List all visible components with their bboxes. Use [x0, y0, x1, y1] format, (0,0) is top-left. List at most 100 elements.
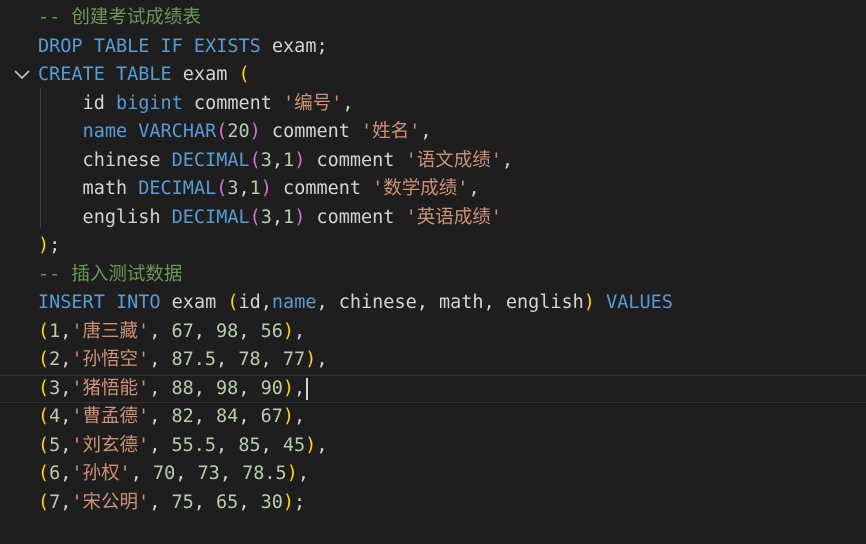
string-token: '数学成绩'	[372, 178, 469, 199]
number-token: 82	[171, 406, 194, 427]
paren-token: )	[305, 434, 317, 456]
code-text: (3,'猪悟能', 88, 98, 90),	[38, 375, 309, 403]
punctuation-token: ,	[294, 320, 306, 342]
identifier-token: exam	[171, 64, 239, 85]
punctuation-token: ,	[271, 149, 284, 171]
paren-token: (	[38, 491, 50, 513]
code-editor[interactable]: -- 创建考试成绩表 DROP TABLE IF EXISTS exam; CREA…	[0, 0, 866, 544]
paren-token: (	[38, 377, 50, 399]
number-token: 1	[249, 178, 261, 199]
paren-token: (	[38, 406, 50, 427]
code-line[interactable]: id bigint comment '编号',	[0, 90, 866, 118]
number-token: 5	[49, 434, 61, 456]
paren-token: (	[38, 349, 50, 370]
code-text: math DECIMAL(3,1) comment '数学成绩',	[38, 175, 480, 203]
punctuation-token: ,	[149, 406, 172, 427]
code-text: );	[38, 232, 60, 260]
number-token: 88	[171, 377, 194, 399]
punctuation-token: ,	[297, 463, 309, 484]
punctuation-token: ,	[149, 434, 172, 456]
identifier-token: exam	[160, 292, 228, 313]
number-token: 3	[227, 178, 239, 199]
code-line[interactable]: (4,'曹孟德', 82, 84, 67),	[0, 403, 866, 431]
chevron-down-icon[interactable]	[12, 61, 32, 89]
code-line[interactable]: name VARCHAR(20) comment '姓名',	[0, 118, 866, 146]
punctuation-token: ,	[238, 320, 261, 342]
number-token: 1	[49, 320, 61, 342]
number-token: 1	[283, 149, 295, 171]
code-text: (2,'孙悟空', 87.5, 78, 77),	[38, 346, 327, 374]
number-token: 20	[227, 121, 250, 142]
punctuation-token: ,	[60, 377, 72, 399]
code-text: DROP TABLE IF EXISTS exam;	[38, 33, 328, 61]
code-line[interactable]: math DECIMAL(3,1) comment '数学成绩',	[0, 175, 866, 203]
code-line[interactable]: (6,'孙权', 70, 73, 78.5),	[0, 460, 866, 488]
keyword-token: bigint	[115, 92, 183, 114]
number-token: 55.5	[171, 434, 217, 456]
identifier-token: , chinese, math, english	[316, 292, 584, 313]
paren-token: )	[305, 349, 317, 370]
code-text: name VARCHAR(20) comment '姓名',	[38, 118, 432, 146]
code-line[interactable]: chinese DECIMAL(3,1) comment '语文成绩',	[0, 147, 866, 175]
punctuation-token: ,	[60, 463, 72, 484]
number-token: 65	[216, 491, 239, 513]
code-line[interactable]: -- 创建考试成绩表	[0, 4, 866, 32]
code-line[interactable]: english DECIMAL(3,1) comment '英语成绩'	[0, 204, 866, 232]
punctuation-token: ;	[316, 35, 328, 57]
code-line[interactable]: INSERT INTO exam (id,name, chinese, math…	[0, 289, 866, 317]
code-text: INSERT INTO exam (id,name, chinese, math…	[38, 289, 673, 317]
number-token: 70	[152, 463, 176, 484]
paren-token: (	[38, 434, 50, 456]
keyword-token: name	[82, 121, 128, 142]
code-line[interactable]: -- 插入测试数据	[0, 261, 866, 289]
number-token: 30	[260, 491, 283, 513]
identifier-token: math	[38, 178, 139, 199]
number-token: 56	[260, 320, 283, 342]
number-token: 45	[282, 434, 306, 456]
code-text: CREATE TABLE exam (	[38, 61, 250, 89]
punctuation-token: ,	[316, 434, 328, 456]
code-line[interactable]: (1,'唐三藏', 67, 98, 56),	[0, 318, 866, 346]
punctuation-token: ,	[149, 491, 172, 513]
identifier-token: comment	[182, 92, 284, 114]
number-token: 84	[216, 406, 239, 427]
identifier-token: exam	[260, 35, 317, 57]
number-token: 87.5	[171, 349, 217, 370]
code-line[interactable]: );	[0, 232, 866, 260]
number-token: 98	[216, 320, 239, 342]
number-token: 85	[238, 434, 261, 456]
punctuation-token: ,	[216, 434, 239, 456]
punctuation-token: ;	[49, 235, 61, 256]
paren-token: )	[286, 463, 298, 484]
number-token: 98	[216, 377, 239, 399]
code-line[interactable]: (2,'孙悟空', 87.5, 78, 77),	[0, 346, 866, 374]
paren-token: )	[583, 292, 595, 313]
code-line[interactable]: (7,'宋公明', 75, 65, 30);	[0, 489, 866, 517]
paren-token: (	[38, 463, 50, 484]
code-text: chinese DECIMAL(3,1) comment '语文成绩',	[38, 147, 513, 175]
number-token: 1	[283, 206, 295, 228]
code-line[interactable]: DROP TABLE IF EXISTS exam;	[0, 33, 866, 61]
keyword-token: DECIMAL	[171, 149, 250, 171]
punctuation-token: ,	[60, 349, 72, 370]
punctuation-token: ,	[342, 92, 354, 114]
punctuation-token: ,	[294, 406, 306, 427]
code-text: (1,'唐三藏', 67, 98, 56),	[38, 318, 305, 346]
code-line-current[interactable]: (3,'猪悟能', 88, 98, 90),	[0, 375, 866, 403]
string-token: '编号'	[283, 92, 343, 114]
identifier-token	[127, 121, 138, 142]
paren-token: )	[294, 206, 306, 228]
punctuation-token: ,	[271, 206, 284, 228]
identifier-token: comment	[305, 206, 406, 228]
punctuation-token: ,	[60, 434, 72, 456]
code-line[interactable]: CREATE TABLE exam (	[0, 61, 866, 89]
paren-token: )	[282, 491, 295, 513]
identifier-token: comment	[305, 149, 406, 171]
code-line[interactable]: (5,'刘玄德', 55.5, 85, 45),	[0, 432, 866, 460]
string-token: '孙权'	[71, 463, 131, 484]
paren-token: )	[38, 235, 50, 256]
punctuation-token: ,	[468, 178, 480, 199]
code-text: -- 插入测试数据	[38, 261, 182, 289]
punctuation-token: ,	[149, 377, 172, 399]
punctuation-token: ,	[60, 320, 72, 342]
